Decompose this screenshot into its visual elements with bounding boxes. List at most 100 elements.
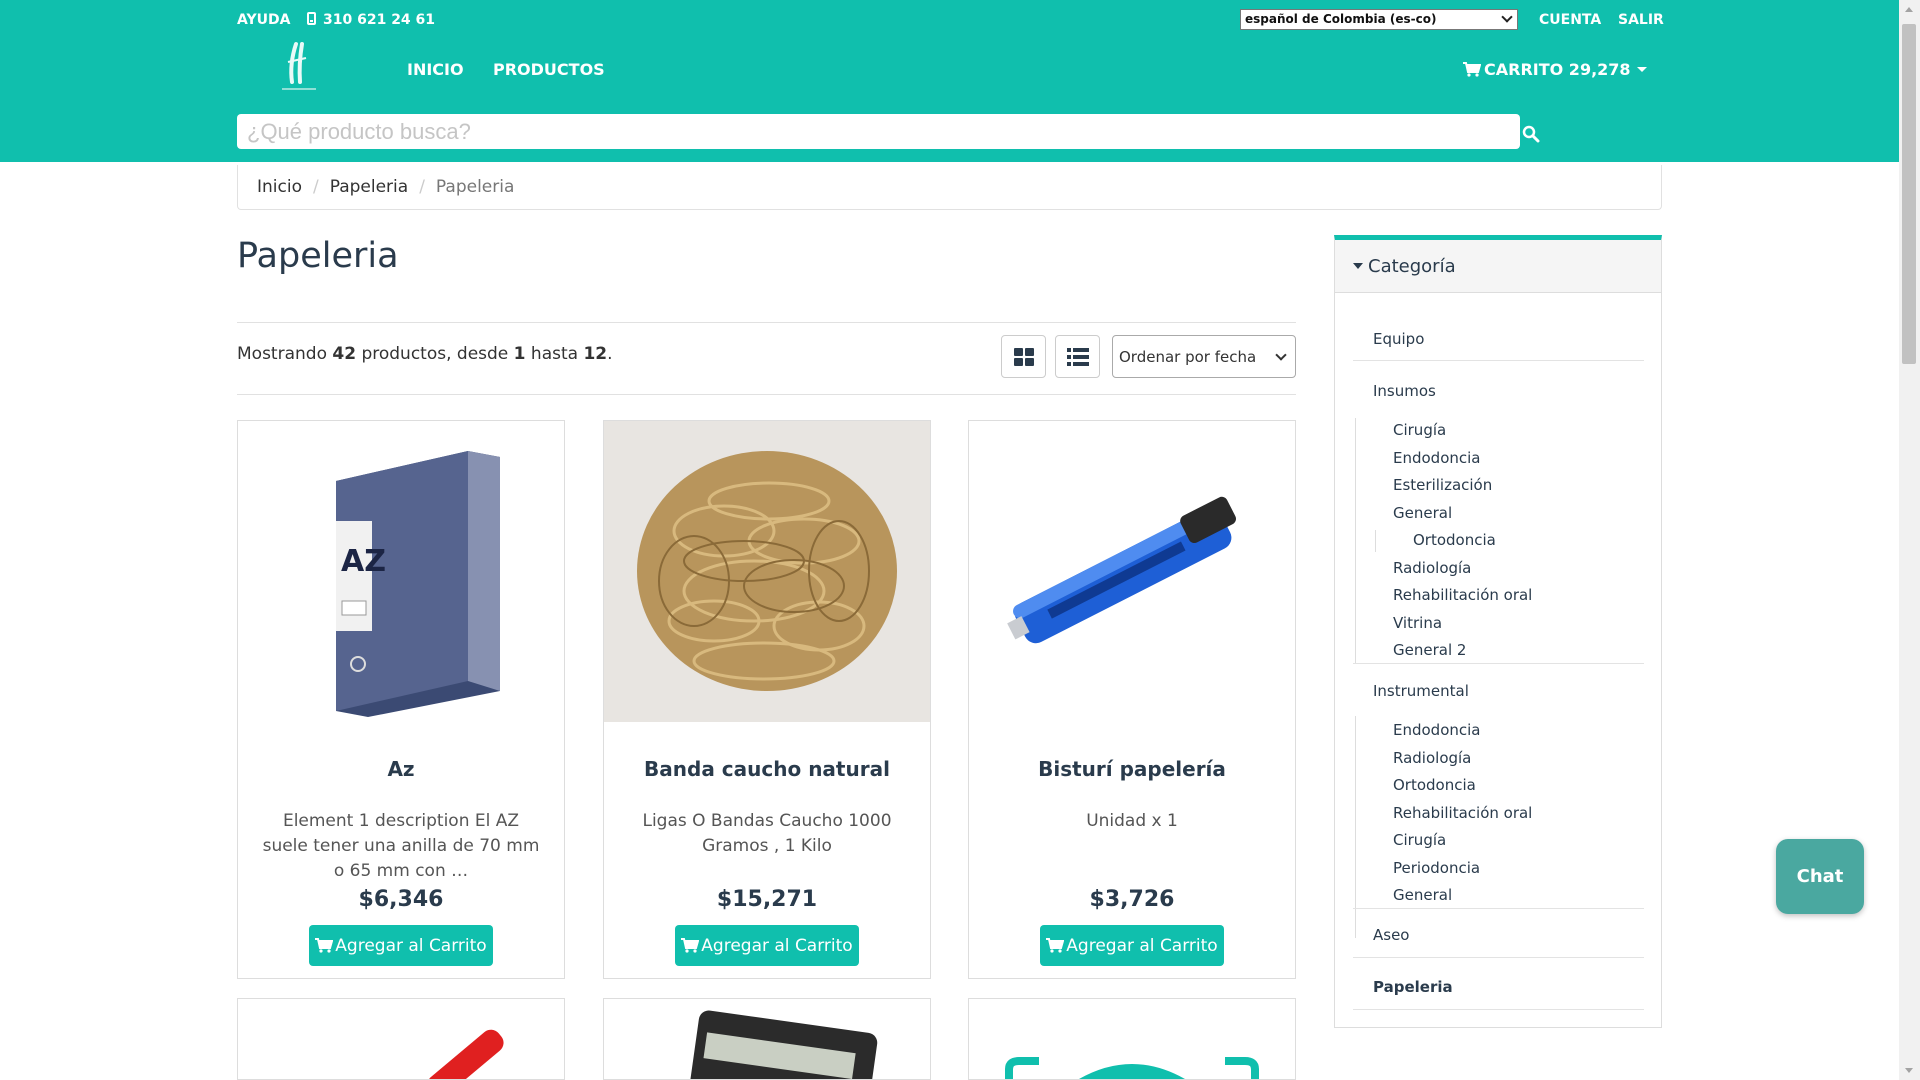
scrollbar-thumb[interactable] [1902,24,1916,364]
product-card[interactable]: Bisturí papelería Unidad x 1 $3,726 Agre… [968,420,1296,979]
search-input[interactable] [237,114,1520,149]
cart-icon [681,938,700,953]
product-price: $15,271 [716,887,818,912]
page-scrollbar[interactable] [1899,0,1920,1080]
add-to-cart-button[interactable]: Agregar al Carrito [309,925,493,966]
product-name[interactable]: Az [238,757,564,781]
add-to-cart-button[interactable]: Agregar al Carrito [675,925,859,966]
page-title: Papeleria [237,236,399,276]
results-end: . [607,344,613,364]
chat-button[interactable]: Chat [1776,839,1864,914]
subcategory-item[interactable]: Cirugía [1393,421,1446,439]
search-icon[interactable] [1522,125,1540,143]
results-count: Mostrando 42 productos, desde 1 hasta 12… [237,344,613,364]
breadcrumb-inicio[interactable]: Inicio [257,177,302,197]
tree-line [1355,418,1356,664]
category-aseo[interactable]: Aseo [1373,926,1409,944]
category-toggle[interactable]: Categoría [1335,240,1661,293]
product-image[interactable]: AZ [238,421,564,722]
add-to-cart-label: Agregar al Carrito [1066,935,1218,956]
product-name[interactable]: Bisturí papelería [969,757,1295,781]
results-total: 42 [332,344,357,364]
phone-link[interactable]: 310 621 24 61 [307,12,435,28]
logout-link[interactable]: SALIR [1618,12,1664,28]
cart-icon [1463,62,1482,77]
category-equipo[interactable]: Equipo [1373,330,1424,348]
subcategory-item[interactable]: Esterilización [1393,476,1492,494]
list-view-icon [1066,347,1089,366]
sort-select[interactable]: Ordenar por fecha [1112,335,1296,378]
results-from: 1 [513,344,526,364]
results-to-label: hasta [530,344,579,364]
results-prefix: Mostrando [237,344,327,364]
category-insumos[interactable]: Insumos [1373,382,1436,400]
nav-inicio[interactable]: INICIO [407,60,464,79]
breadcrumb-separator: / [312,177,319,197]
results-mid: productos, desde [361,344,509,364]
add-to-cart-label: Agregar al Carrito [335,935,487,956]
phone-number: 310 621 24 61 [323,12,436,28]
language-value: español de Colombia (es-co) [1245,12,1437,26]
chevron-down-icon [1275,349,1287,361]
add-to-cart-button[interactable]: Agregar al Carrito [1040,925,1224,966]
site-logo[interactable] [270,38,328,96]
cart-label: CARRITO 29,278 [1484,60,1631,79]
results-to: 12 [583,344,608,364]
grid-view-button[interactable] [1001,335,1046,378]
subcategory-item[interactable]: Vitrina [1393,614,1442,632]
product-price: $3,726 [1089,887,1175,912]
cart-icon [315,938,334,953]
caret-down-icon [1636,67,1647,72]
subcategory-item[interactable]: General [1393,504,1452,522]
sort-value: Ordenar por fecha [1119,347,1257,366]
subcategory-item[interactable]: Ortodoncia [1393,776,1476,794]
subcategory-item[interactable]: General [1393,886,1452,904]
product-card[interactable]: AZ Az Element 1 description El AZ suele … [237,420,565,979]
divider [1353,957,1644,958]
tree-line [1375,530,1376,552]
product-image[interactable] [604,421,930,722]
list-view-button[interactable] [1055,335,1100,378]
breadcrumb-papeleria[interactable]: Papeleria [330,177,408,197]
product-card[interactable] [603,998,931,1080]
product-name[interactable]: Banda caucho natural [604,757,930,781]
product-image[interactable] [969,421,1295,722]
subcategory-item[interactable]: Rehabilitación oral [1393,586,1532,604]
breadcrumb: Inicio / Papeleria / Papeleria [237,165,1662,210]
divider [1353,663,1644,664]
scroll-up-icon[interactable] [1905,7,1913,12]
product-image[interactable] [238,999,564,1080]
svg-text:AZ: AZ [341,544,386,579]
divider [1353,1009,1644,1010]
nav-productos[interactable]: PRODUCTOS [493,60,605,79]
subcategory-item[interactable]: Rehabilitación oral [1393,804,1532,822]
product-image[interactable] [604,999,930,1080]
product-card[interactable]: Banda caucho natural Ligas O Bandas Cauc… [603,420,931,979]
subcategory-item[interactable]: Endodoncia [1393,449,1481,467]
category-heading: Categoría [1368,255,1456,277]
product-description: Unidad x 1 [1086,811,1178,831]
phone-icon [307,12,316,25]
cart-dropdown[interactable]: CARRITO 29,278 [1463,60,1647,79]
help-link[interactable]: AYUDA [237,12,290,28]
category-instrumental[interactable]: Instrumental [1373,682,1469,700]
account-link[interactable]: CUENTA [1539,12,1601,28]
product-card[interactable] [237,998,565,1080]
tree-line [1355,716,1356,938]
cart-icon [1046,938,1065,953]
divider [1353,360,1644,361]
subcategory-item[interactable]: Cirugía [1393,831,1446,849]
subcategory-item[interactable]: Ortodoncia [1413,531,1496,549]
breadcrumb-separator: / [419,177,425,197]
product-card[interactable] [968,998,1296,1080]
category-papeleria[interactable]: Papeleria [1373,978,1453,996]
scroll-down-icon[interactable] [1905,1068,1913,1073]
subcategory-item[interactable]: Periodoncia [1393,859,1480,877]
subcategory-item[interactable]: General 2 [1393,641,1466,659]
product-description: Element 1 description El AZ suele tener … [262,811,540,881]
subcategory-item[interactable]: Radiología [1393,559,1471,577]
language-select[interactable]: español de Colombia (es-co) [1240,9,1518,30]
subcategory-item[interactable]: Radiología [1393,749,1471,767]
subcategory-item[interactable]: Endodoncia [1393,721,1481,739]
product-image[interactable] [969,999,1295,1079]
